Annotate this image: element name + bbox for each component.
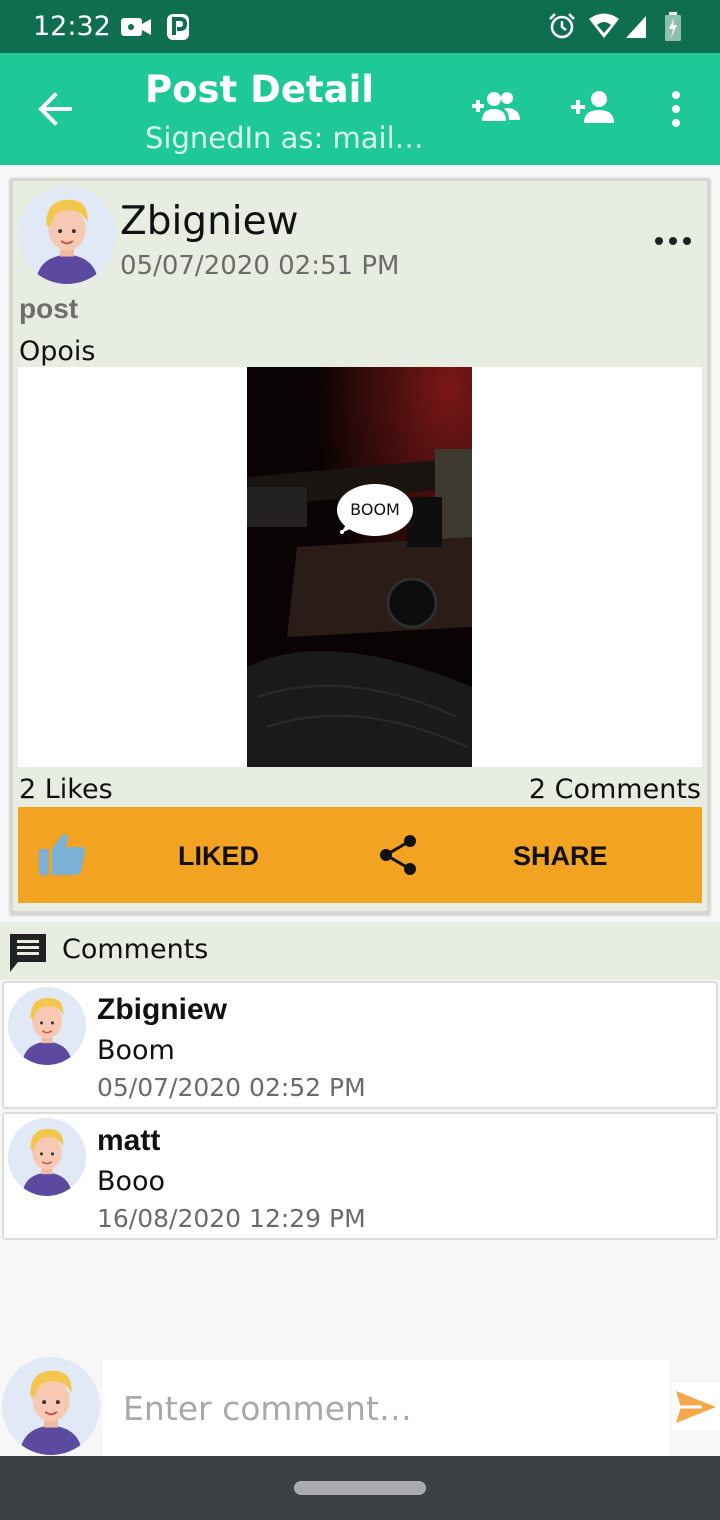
- post-author-avatar[interactable]: [18, 186, 116, 284]
- comment-date: 05/07/2020 02:52 PM: [97, 1073, 366, 1102]
- comment-author-avatar[interactable]: [8, 987, 86, 1065]
- photo-scene: BOOM: [247, 367, 472, 767]
- page-title: Post Detail: [145, 68, 374, 111]
- post-card: Zbigniew 05/07/2020 02:51 PM post Opois: [10, 178, 710, 914]
- video-camera-icon: [121, 18, 151, 36]
- system-nav-bar: [0, 1456, 720, 1520]
- status-bar: 12:32: [0, 0, 720, 53]
- like-button[interactable]: LIKED: [18, 807, 360, 903]
- comment-text: Boom: [97, 1035, 175, 1066]
- comments-count[interactable]: 2 Comments: [529, 774, 701, 805]
- overflow-menu-icon[interactable]: [666, 89, 686, 129]
- post-photo[interactable]: BOOM: [247, 367, 472, 767]
- comment-text: Booo: [97, 1166, 166, 1197]
- comment-bubble-icon: [10, 934, 46, 972]
- post-action-bar: LIKED SHARE: [18, 807, 702, 903]
- like-label: LIKED: [178, 841, 259, 871]
- comment-author-avatar[interactable]: [8, 1118, 86, 1196]
- send-icon[interactable]: [672, 1383, 720, 1431]
- battery-icon: [665, 12, 681, 41]
- post-author-name[interactable]: Zbigniew: [120, 199, 299, 244]
- add-group-icon[interactable]: [470, 89, 522, 125]
- comment-item: matt Booo 16/08/2020 12:29 PM: [2, 1112, 718, 1240]
- speech-bubble-text: BOOM: [350, 500, 400, 519]
- composer-avatar[interactable]: [2, 1357, 100, 1455]
- more-options-icon[interactable]: [653, 231, 693, 251]
- share-icon: [380, 835, 416, 875]
- comment-input[interactable]: [103, 1360, 670, 1456]
- likes-count[interactable]: 2 Likes: [19, 774, 113, 805]
- alarm-icon: [549, 13, 575, 39]
- parking-icon: [167, 14, 189, 40]
- post-label: post: [19, 293, 79, 324]
- wifi-icon: [589, 13, 619, 38]
- thumbs-up-icon: [39, 834, 86, 875]
- post-text: Opois: [19, 336, 96, 367]
- add-person-icon[interactable]: [570, 89, 616, 125]
- share-button[interactable]: SHARE: [360, 807, 702, 903]
- status-time: 12:32: [33, 11, 111, 42]
- comments-title: Comments: [62, 934, 209, 965]
- post-media[interactable]: BOOM: [18, 367, 702, 767]
- back-arrow-icon[interactable]: [30, 83, 82, 135]
- signal-icon: [626, 16, 646, 38]
- signed-in-subtitle: SignedIn as: mail…: [145, 121, 424, 155]
- comment-item: Zbigniew Boom 05/07/2020 02:52 PM: [2, 981, 718, 1109]
- post-date: 05/07/2020 02:51 PM: [120, 251, 400, 281]
- home-gesture-pill[interactable]: [294, 1481, 426, 1495]
- comments-header: Comments: [0, 922, 720, 980]
- share-label: SHARE: [513, 841, 608, 871]
- comment-author[interactable]: Zbigniew: [97, 993, 227, 1027]
- comment-date: 16/08/2020 12:29 PM: [97, 1204, 366, 1233]
- comment-author[interactable]: matt: [97, 1124, 160, 1158]
- app-bar: Post Detail SignedIn as: mail…: [0, 53, 720, 165]
